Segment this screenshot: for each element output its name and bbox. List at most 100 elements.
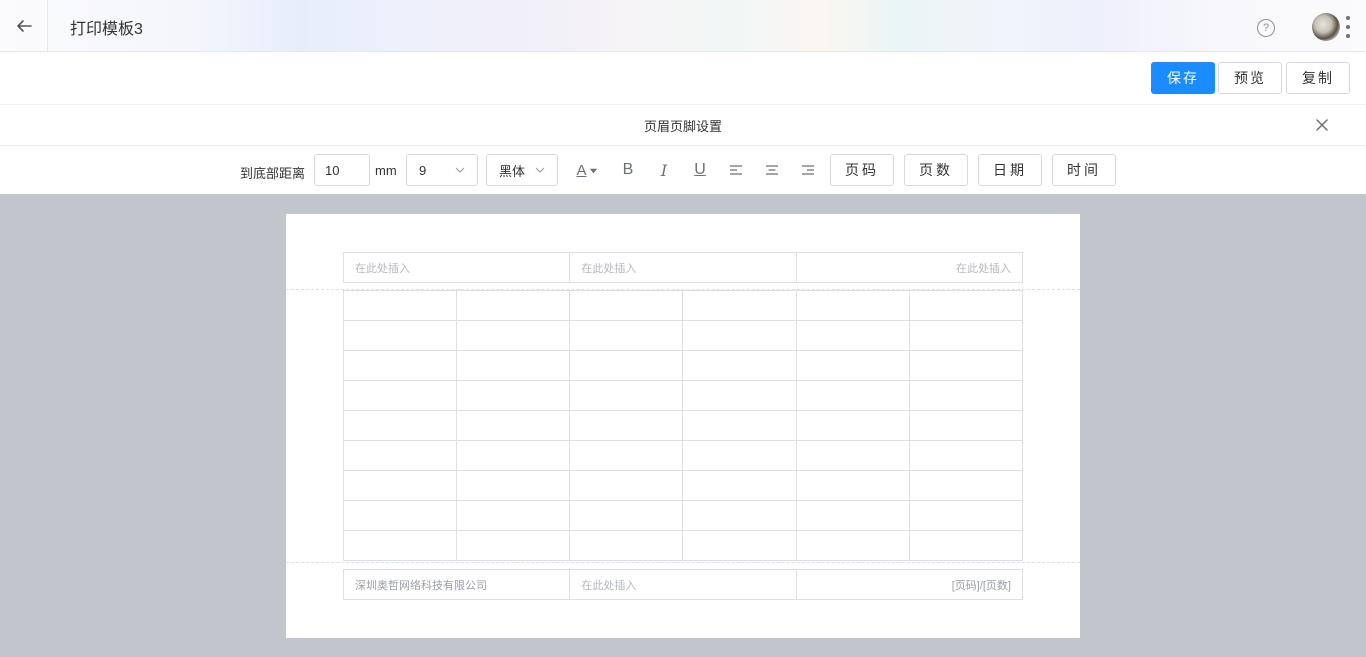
table-cell[interactable] xyxy=(795,410,910,441)
copy-button[interactable]: 复制 xyxy=(1286,62,1350,94)
table-cell[interactable] xyxy=(908,410,1024,441)
table-cell[interactable] xyxy=(682,470,797,501)
action-bar: 保存 预览 复制 xyxy=(0,52,1366,105)
footer-cell-left[interactable]: 深圳奥哲网络科技有限公司 xyxy=(344,570,571,599)
table-cell[interactable] xyxy=(342,470,458,501)
align-right-icon[interactable] xyxy=(800,160,816,180)
header-cell-center[interactable]: 在此处插入 xyxy=(570,253,797,282)
table-cell[interactable] xyxy=(908,440,1024,471)
table-cell[interactable] xyxy=(569,500,684,531)
header-cell-right[interactable]: 在此处插入 xyxy=(797,253,1022,282)
table-cell[interactable] xyxy=(456,320,571,351)
caret-down-icon xyxy=(589,168,597,173)
bold-icon[interactable]: B xyxy=(619,160,637,180)
table-cell[interactable] xyxy=(682,380,797,411)
table-cell[interactable] xyxy=(682,350,797,381)
table-cell[interactable] xyxy=(456,440,571,471)
table-cell[interactable] xyxy=(569,440,684,471)
table-cell[interactable] xyxy=(342,500,458,531)
table-row xyxy=(342,410,1024,441)
table-cell[interactable] xyxy=(342,350,458,381)
top-bar: 打印模板3 ? xyxy=(0,0,1366,52)
table-row xyxy=(342,440,1024,471)
table-cell[interactable] xyxy=(795,380,910,411)
table-cell[interactable] xyxy=(682,410,797,441)
avatar[interactable] xyxy=(1312,13,1340,41)
font-family-value: 黑体 xyxy=(499,163,526,179)
panel-header: 页眉页脚设置 xyxy=(0,105,1366,146)
table-cell[interactable] xyxy=(342,380,458,411)
chevron-down-icon xyxy=(535,167,545,173)
font-size-select[interactable]: 9 xyxy=(406,154,478,186)
italic-icon[interactable]: I xyxy=(655,160,673,180)
distance-input[interactable] xyxy=(314,154,370,186)
table-cell[interactable] xyxy=(682,290,797,321)
table-cell[interactable] xyxy=(908,320,1024,351)
table-cell[interactable] xyxy=(456,290,571,321)
table-cell[interactable] xyxy=(569,530,684,561)
insert-page-count-button[interactable]: 页数 xyxy=(904,154,968,186)
table-cell[interactable] xyxy=(795,290,910,321)
table-cell[interactable] xyxy=(795,320,910,351)
font-family-select[interactable]: 黑体 xyxy=(486,154,558,186)
table-row xyxy=(342,530,1024,561)
panel-title: 页眉页脚设置 xyxy=(643,119,722,134)
table-cell[interactable] xyxy=(908,470,1024,501)
table-cell[interactable] xyxy=(795,350,910,381)
table-cell[interactable] xyxy=(569,320,684,351)
table-cell[interactable] xyxy=(908,500,1024,531)
table-cell[interactable] xyxy=(342,320,458,351)
table-cell[interactable] xyxy=(795,470,910,501)
table-cell[interactable] xyxy=(795,530,910,561)
table-cell[interactable] xyxy=(456,350,571,381)
table-cell[interactable] xyxy=(456,380,571,411)
table-cell[interactable] xyxy=(795,500,910,531)
arrow-left-icon xyxy=(16,20,32,32)
table-cell[interactable] xyxy=(342,410,458,441)
table-cell[interactable] xyxy=(682,500,797,531)
table-cell[interactable] xyxy=(456,470,571,501)
distance-label: 到底部距离 xyxy=(240,166,306,181)
save-button[interactable]: 保存 xyxy=(1151,62,1215,94)
table-cell[interactable] xyxy=(908,380,1024,411)
help-icon[interactable]: ? xyxy=(1257,19,1275,37)
table-row xyxy=(342,350,1024,381)
table-row xyxy=(342,500,1024,531)
unit-label: mm xyxy=(375,163,397,178)
footer-cell-right[interactable]: [页码]/[页数] xyxy=(797,570,1022,599)
close-icon[interactable] xyxy=(1314,117,1330,133)
insert-page-number-button[interactable]: 页码 xyxy=(830,154,894,186)
table-cell[interactable] xyxy=(569,410,684,441)
preview-button[interactable]: 预览 xyxy=(1218,62,1282,94)
table-cell[interactable] xyxy=(569,350,684,381)
table-cell[interactable] xyxy=(908,350,1024,381)
table-cell[interactable] xyxy=(908,290,1024,321)
table-row xyxy=(342,290,1024,321)
table-cell[interactable] xyxy=(795,440,910,471)
underline-icon[interactable]: U xyxy=(691,160,709,180)
align-center-icon[interactable] xyxy=(764,160,780,180)
footer-row: 深圳奥哲网络科技有限公司 在此处插入 [页码]/[页数] xyxy=(343,569,1023,600)
table-cell[interactable] xyxy=(569,470,684,501)
table-cell[interactable] xyxy=(569,380,684,411)
insert-time-button[interactable]: 时间 xyxy=(1052,154,1116,186)
footer-cell-center[interactable]: 在此处插入 xyxy=(570,570,797,599)
table-cell[interactable] xyxy=(682,530,797,561)
table-cell[interactable] xyxy=(682,440,797,471)
table-cell[interactable] xyxy=(456,410,571,441)
table-cell[interactable] xyxy=(342,440,458,471)
table-cell[interactable] xyxy=(342,530,458,561)
align-left-icon[interactable] xyxy=(728,160,744,180)
table-cell[interactable] xyxy=(456,530,571,561)
font-color-icon[interactable]: A xyxy=(573,160,601,180)
table-cell[interactable] xyxy=(908,530,1024,561)
more-vertical-icon[interactable] xyxy=(1344,16,1352,38)
header-cell-left[interactable]: 在此处插入 xyxy=(344,253,571,282)
table-cell[interactable] xyxy=(569,290,684,321)
back-button[interactable] xyxy=(0,0,48,52)
insert-date-button[interactable]: 日期 xyxy=(978,154,1042,186)
print-canvas: 在此处插入 在此处插入 在此处插入 深圳奥哲网络科技有限公司 在此处插入 [页码… xyxy=(0,194,1366,657)
table-cell[interactable] xyxy=(682,320,797,351)
table-cell[interactable] xyxy=(456,500,571,531)
table-cell[interactable] xyxy=(342,290,458,321)
